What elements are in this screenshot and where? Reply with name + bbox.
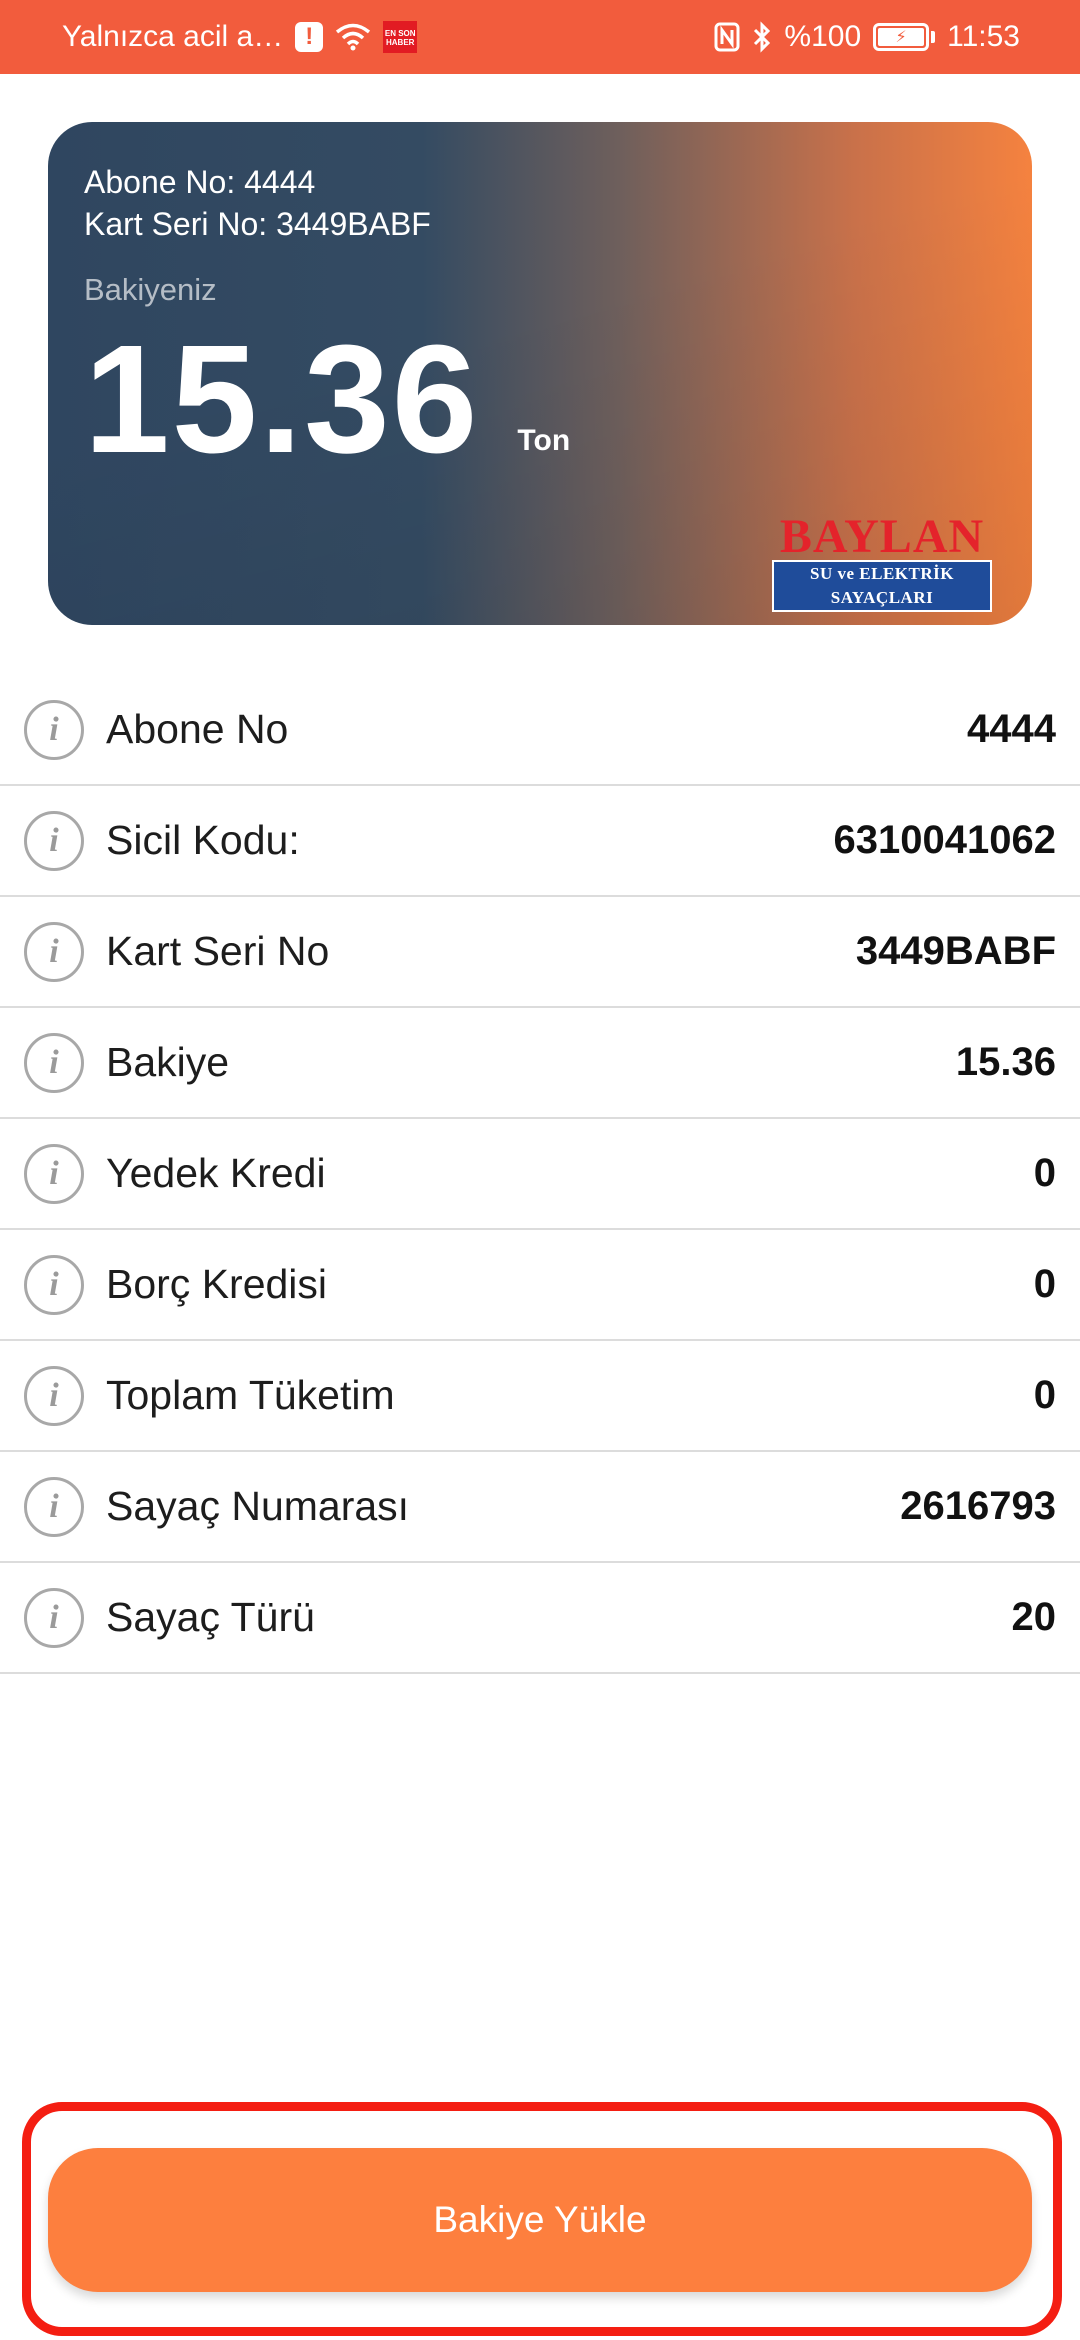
info-label: Sicil Kodu: <box>106 817 300 863</box>
load-balance-button[interactable]: Bakiye Yükle <box>48 2148 1032 2292</box>
info-label: Bakiye <box>106 1039 230 1085</box>
info-label: Sayaç Numarası <box>106 1483 410 1529</box>
info-label: Borç Kredisi <box>106 1261 328 1307</box>
info-label: Kart Seri No <box>106 928 330 974</box>
baylan-logo: BAYLAN SU ve ELEKTRİK SAYAÇLARI <box>772 510 992 612</box>
status-bar: Yalnızca acil a… ! EN SON HABER %100 ⚡ 1… <box>0 0 1080 74</box>
info-icon[interactable]: i <box>24 810 84 871</box>
info-label: Abone No <box>106 706 289 752</box>
card-balance: 15.36 Ton <box>84 322 570 476</box>
brand-subtitle: SU ve ELEKTRİK SAYAÇLARI <box>772 560 992 612</box>
info-row-meter-type: i Sayaç Türü 20 <box>0 1563 1080 1674</box>
info-value: 2616793 <box>900 1484 1056 1528</box>
card-serial-number: Kart Seri No: 3449BABF <box>84 206 431 242</box>
wifi-icon <box>336 23 371 51</box>
card-balance-label: Bakiyeniz <box>84 272 217 307</box>
info-row-reserve-credit: i Yedek Kredi 0 <box>0 1119 1080 1230</box>
info-icon[interactable]: i <box>24 1476 84 1537</box>
info-label: Yedek Kredi <box>106 1150 326 1196</box>
clock: 11:53 <box>947 20 1020 53</box>
info-label: Toplam Tüketim <box>106 1372 395 1418</box>
bluetooth-icon <box>754 21 771 53</box>
nfc-icon <box>714 22 740 52</box>
info-row-registry-code: i Sicil Kodu: 6310041062 <box>0 786 1080 897</box>
info-row-meter-number: i Sayaç Numarası 2616793 <box>0 1452 1080 1563</box>
info-row-total-consumption: i Toplam Tüketim 0 <box>0 1341 1080 1452</box>
info-icon[interactable]: i <box>24 1587 84 1648</box>
info-icon[interactable]: i <box>24 1254 84 1315</box>
info-icon[interactable]: i <box>24 1032 84 1093</box>
status-bar-right: %100 ⚡ 11:53 <box>714 20 1020 54</box>
info-value: 0 <box>1033 1262 1056 1306</box>
carrier-text: Yalnızca acil a… <box>62 20 284 53</box>
info-value: 0 <box>1033 1373 1056 1417</box>
info-icon[interactable]: i <box>24 699 84 760</box>
info-value: 20 <box>1011 1595 1057 1639</box>
news-app-icon: EN SON HABER <box>383 21 418 53</box>
alert-icon: ! <box>295 22 324 52</box>
info-row-debt-credit: i Borç Kredisi 0 <box>0 1230 1080 1341</box>
info-label: Sayaç Türü <box>106 1594 315 1640</box>
card-balance-unit: Ton <box>517 424 571 457</box>
info-row-balance: i Bakiye 15.36 <box>0 1008 1080 1119</box>
brand-name: BAYLAN <box>779 510 985 563</box>
info-icon[interactable]: i <box>24 1143 84 1204</box>
card-balance-value: 15.36 <box>84 313 480 485</box>
info-row-subscriber-number: i Abone No 4444 <box>0 675 1080 786</box>
news-badge-text: EN SON HABER <box>384 29 416 47</box>
info-list: i Abone No 4444 i Sicil Kodu: 6310041062… <box>0 675 1080 1674</box>
info-icon[interactable]: i <box>24 921 84 982</box>
info-value: 0 <box>1033 1151 1056 1195</box>
info-value: 15.36 <box>955 1040 1056 1084</box>
battery-icon: ⚡ <box>873 23 936 51</box>
status-bar-left: Yalnızca acil a… ! EN SON HABER <box>62 20 418 54</box>
card-subscriber-number: Abone No: 4444 <box>84 164 316 200</box>
info-value: 4444 <box>967 707 1056 751</box>
balance-card: Abone No: 4444 Kart Seri No: 3449BABF Ba… <box>48 122 1032 625</box>
info-value: 6310041062 <box>833 818 1056 862</box>
info-value: 3449BABF <box>855 929 1056 973</box>
info-icon[interactable]: i <box>24 1365 84 1426</box>
info-row-card-serial: i Kart Seri No 3449BABF <box>0 897 1080 1008</box>
battery-percent: %100 <box>784 20 862 53</box>
